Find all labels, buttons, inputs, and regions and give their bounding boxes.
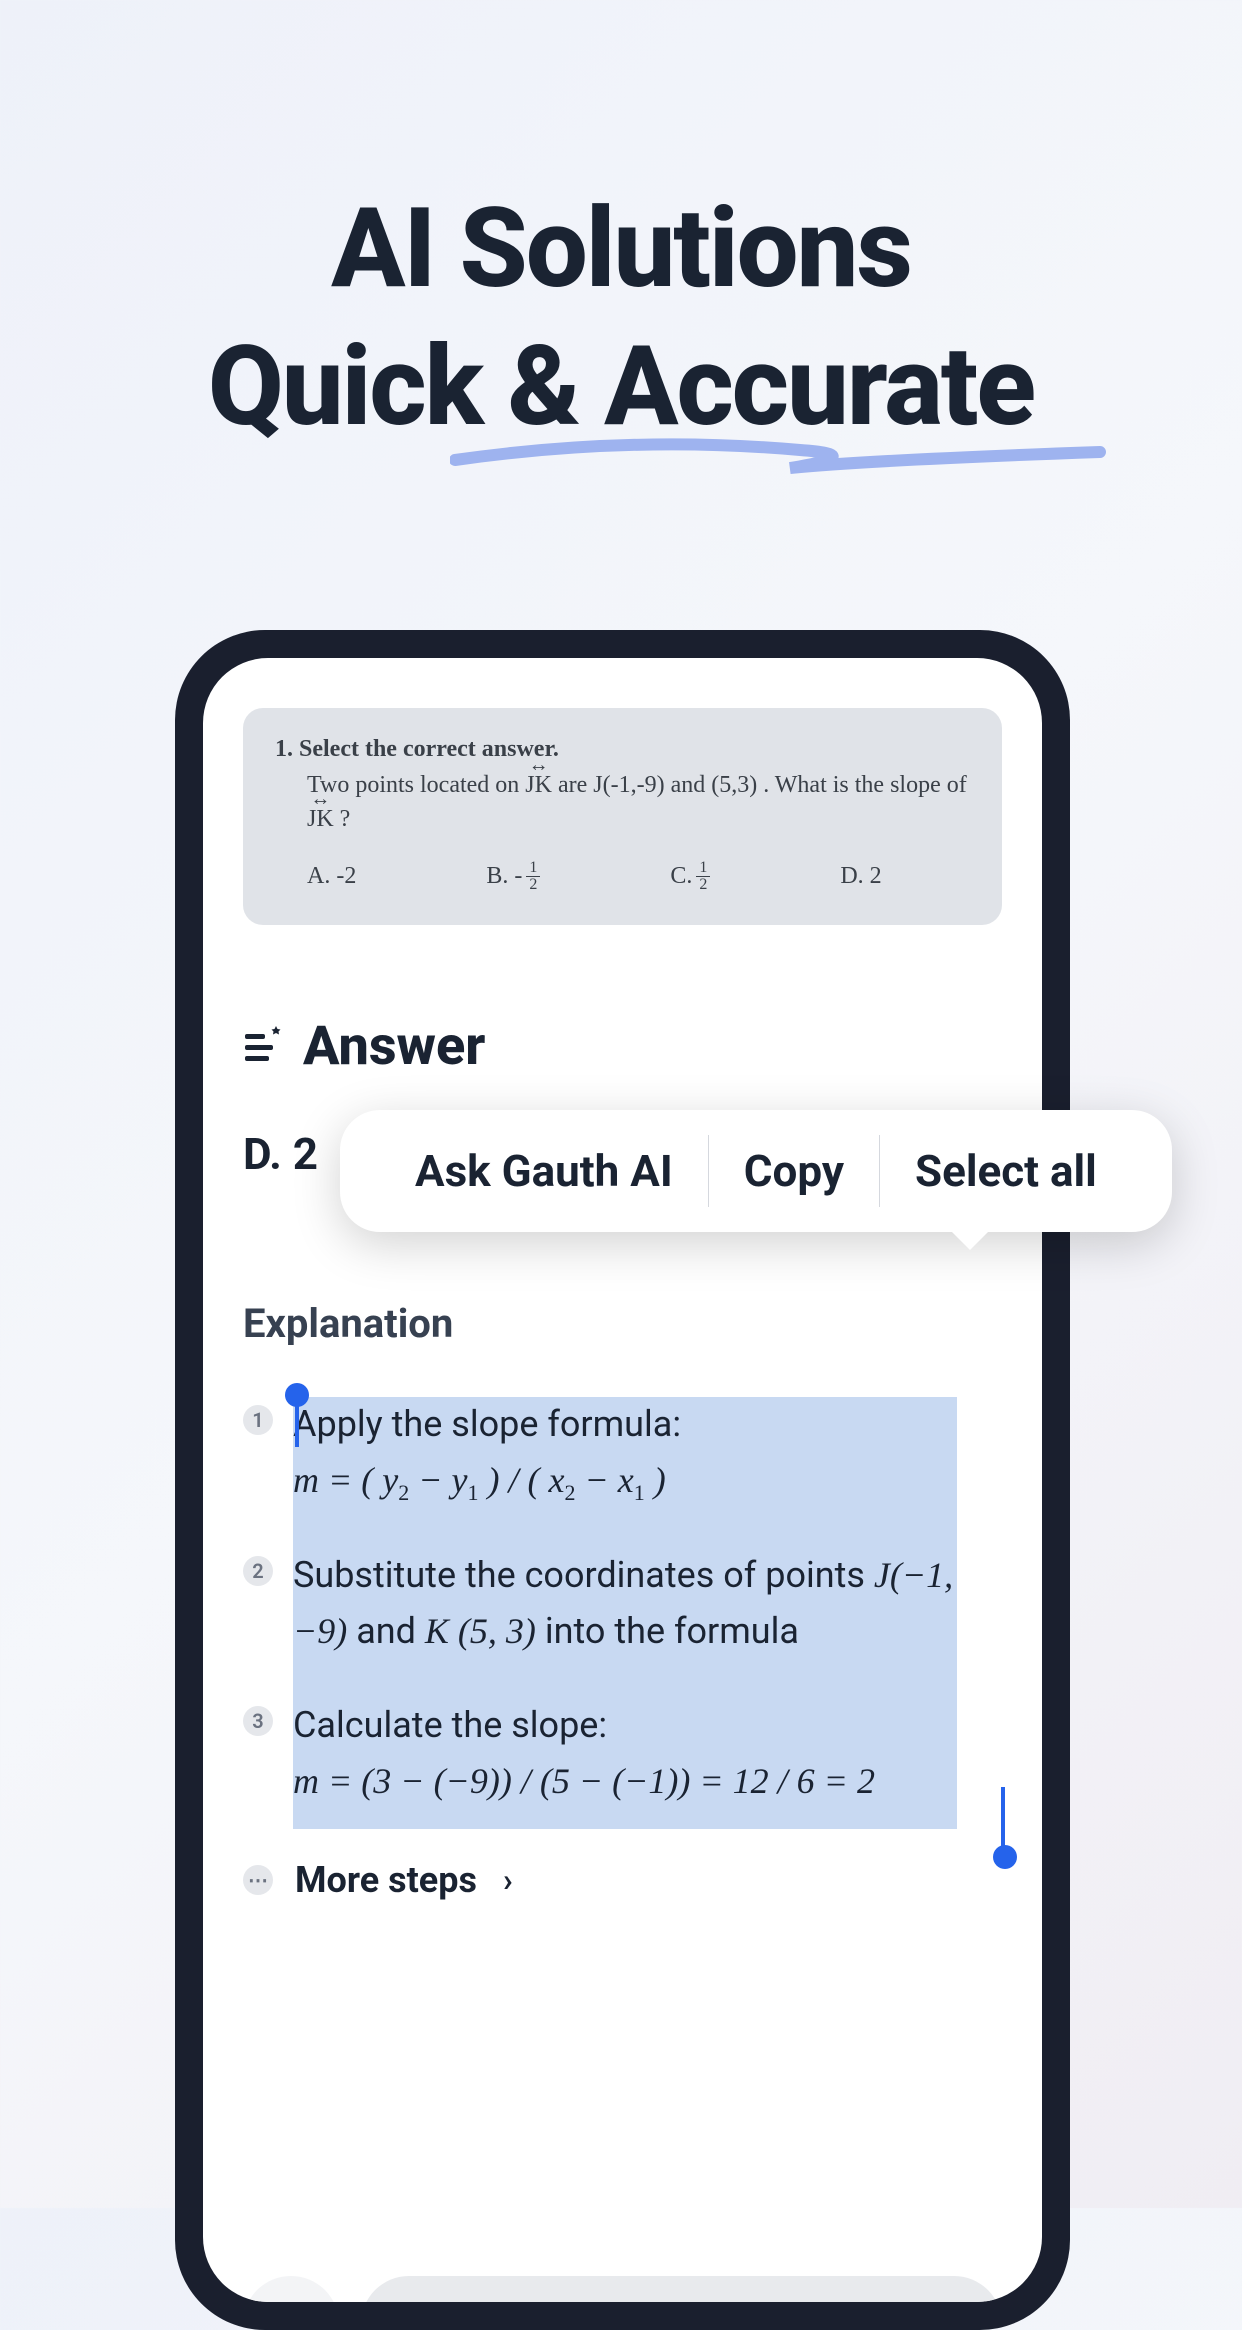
selection-caret-end — [1001, 1787, 1005, 1847]
step2-and: and — [347, 1610, 425, 1652]
selection-caret-start — [295, 1397, 299, 1447]
app-logo-circle[interactable]: X — [243, 2276, 339, 2302]
segment-jk-1: JK — [525, 769, 552, 803]
selection-handle-end[interactable] — [993, 1845, 1017, 1869]
more-steps-button[interactable]: ⋯ More steps › — [243, 1859, 1002, 1901]
choice-b: B. -12 — [486, 860, 540, 893]
step3-formula: m = (3 − (−9)) / (5 − (−1)) = 12 / 6 = 2 — [293, 1761, 875, 1801]
phone-frame: 1. Select the correct answer. Two points… — [175, 630, 1070, 2330]
followup-input[interactable]: Ask Gauth AI follow-up... — [361, 2276, 1002, 2302]
answer-title: Answer — [303, 1015, 485, 1078]
ask-gauth-ai-button[interactable]: Ask Gauth AI — [380, 1145, 708, 1197]
step1-text: Apply the slope formula: — [293, 1403, 681, 1445]
choice-c: C. 12 — [670, 860, 710, 893]
answer-choices: A. -2 B. -12 C. 12 D. 2 — [307, 860, 970, 893]
explanation-step-1: 1 Apply the slope formula: m = ( y2 − y1… — [243, 1397, 1002, 1510]
explanation-label: Explanation — [243, 1300, 1002, 1347]
step3-text: Calculate the slope: — [293, 1704, 607, 1746]
headline-line1: AI Solutions — [331, 184, 911, 313]
question-body: Two points located on JK are J(-1,-9) an… — [307, 769, 970, 836]
step2-suffix: into the formula — [536, 1610, 799, 1652]
question-card: 1. Select the correct answer. Two points… — [243, 708, 1002, 925]
step-number-badge: 2 — [243, 1556, 273, 1586]
marketing-headline: AI Solutions Quick & Accurate — [0, 0, 1242, 455]
answer-icon — [243, 1026, 285, 1068]
copy-button[interactable]: Copy — [709, 1145, 879, 1197]
select-all-button[interactable]: Select all — [880, 1145, 1132, 1197]
step1-formula: m = ( y2 − y1 ) / ( x2 − x1 ) — [293, 1460, 666, 1500]
underline-swoosh — [450, 430, 1110, 490]
choice-d: D. 2 — [840, 860, 881, 893]
answer-header: Answer — [243, 1015, 1002, 1078]
explanation-step-3: 3 Calculate the slope: m = (3 − (−9)) / … — [243, 1698, 1002, 1810]
step-number-badge: 3 — [243, 1706, 273, 1736]
menu-tail-icon — [948, 1228, 992, 1250]
explanation-step-2: 2 Substitute the coordinates of points J… — [243, 1548, 1002, 1660]
step-number-badge: 1 — [243, 1405, 273, 1435]
answer-value: D. 2 — [243, 1128, 318, 1180]
segment-jk-2: JK — [307, 803, 334, 837]
selected-text-block[interactable]: 1 Apply the slope formula: m = ( y2 − y1… — [243, 1397, 1002, 1809]
choice-a: A. -2 — [307, 860, 356, 893]
more-icon: ⋯ — [243, 1865, 273, 1895]
chevron-right-icon: › — [503, 1861, 513, 1899]
question-prompt: 1. Select the correct answer. — [275, 736, 970, 763]
step2-prefix: Substitute the coordinates of points — [293, 1554, 874, 1596]
app-logo-icon: X — [277, 2298, 305, 2302]
step2-pointK: K (5, 3) — [425, 1611, 536, 1651]
phone-screen: 1. Select the correct answer. Two points… — [203, 658, 1042, 2302]
followup-bar: X Ask Gauth AI follow-up... — [243, 2276, 1002, 2302]
more-steps-label: More steps — [295, 1859, 477, 1901]
text-selection-context-menu: Ask Gauth AI Copy Select all — [340, 1110, 1172, 1232]
